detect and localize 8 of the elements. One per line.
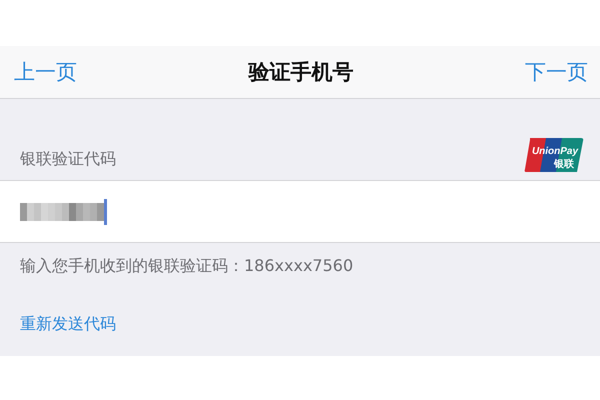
next-button[interactable]: 下一页 <box>525 58 588 86</box>
screen-title: 验证手机号 <box>248 59 354 86</box>
section-header: 银联验证代码 <box>20 149 116 170</box>
hint-text: 输入您手机收到的银联验证码：186xxxx7560 <box>19 255 354 277</box>
back-button[interactable]: 上一页 <box>14 58 77 86</box>
resend-link[interactable]: 重新发送代码 <box>20 314 116 333</box>
input-field[interactable] <box>0 181 600 243</box>
text-cursor <box>104 198 107 224</box>
